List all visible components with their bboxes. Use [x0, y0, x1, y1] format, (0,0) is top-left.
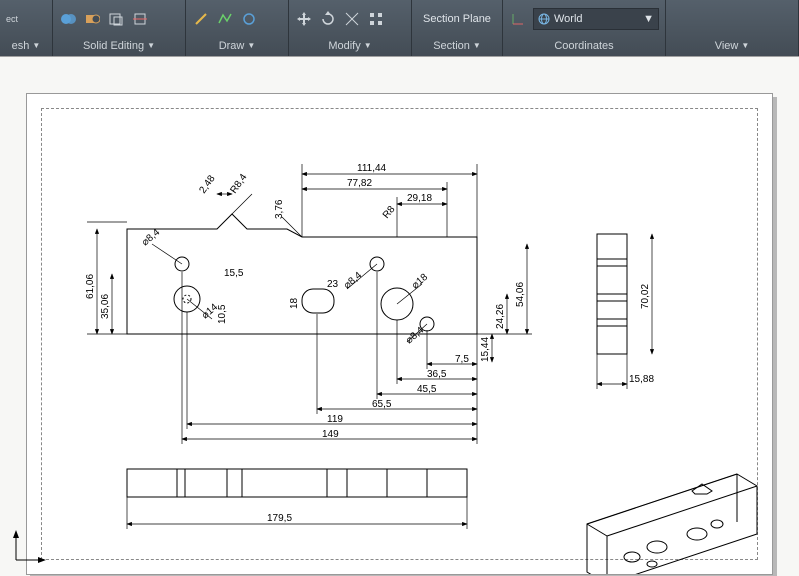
dim-r8: R8 — [381, 204, 398, 221]
ucs-dropdown[interactable]: World ▼ — [533, 8, 659, 30]
panel-label-coordinates-text: Coordinates — [554, 36, 613, 56]
array-icon[interactable] — [367, 10, 385, 28]
ribbon-panel-modify: Modify ▼ — [289, 0, 412, 56]
dim-29-18: 29,18 — [407, 193, 432, 204]
panel-label-modify[interactable]: Modify ▼ — [295, 36, 405, 56]
ucs-selected-label: World — [554, 13, 583, 25]
dim-3-76: 3,76 — [274, 199, 285, 219]
dim-54-06: 54,06 — [515, 282, 526, 307]
dim-dia-8-4b: ⌀8,4 — [342, 270, 365, 292]
union-icon[interactable] — [59, 10, 77, 28]
solid-editing-tools — [59, 0, 179, 36]
technical-drawing: 111,44 77,82 29,18 2,48 R8,4 3,76 R8 ⌀8,… — [27, 94, 772, 574]
dim-61-06: 61,06 — [85, 274, 96, 299]
dim-2-48: 2,48 — [197, 173, 217, 196]
coordinates-tools: World ▼ — [509, 0, 659, 36]
panel-label-draw[interactable]: Draw ▼ — [192, 36, 282, 56]
modify-tools — [295, 0, 405, 36]
dim-dia-18: ⌀18 — [410, 272, 431, 292]
section-plane-label: Section Plane — [423, 13, 491, 25]
dim-36-5: 36,5 — [427, 369, 447, 380]
line-icon[interactable] — [192, 10, 210, 28]
dim-15-5: 15,5 — [224, 268, 244, 279]
panel-label-section[interactable]: Section ▼ — [418, 36, 496, 56]
ucs-triad-icon — [8, 528, 48, 568]
panel-label-view-text: View — [715, 36, 739, 56]
circle-icon[interactable] — [240, 10, 258, 28]
dim-65-5: 65,5 — [372, 399, 392, 410]
polyline-icon[interactable] — [216, 10, 234, 28]
dim-70-02: 70,02 — [640, 284, 651, 309]
panel-label-draw-text: Draw — [219, 36, 245, 56]
ribbon-panel-mesh: ect esh ▼ — [0, 0, 53, 56]
ribbon-panel-section: Section Plane Section ▼ — [412, 0, 503, 56]
slice-icon[interactable] — [131, 10, 149, 28]
ucs-icon[interactable] — [509, 10, 527, 28]
dim-18: 18 — [289, 297, 300, 309]
dim-15-88: 15,88 — [629, 374, 654, 385]
panel-label-solid-editing-text: Solid Editing — [83, 36, 144, 56]
dim-111-44: 111,44 — [357, 163, 387, 174]
dim-77-82: 77,82 — [347, 178, 372, 189]
paper-sheet: 111,44 77,82 29,18 2,48 R8,4 3,76 R8 ⌀8,… — [26, 93, 773, 575]
dropdown-icon: ▼ — [147, 36, 155, 56]
dim-dia-8-4: ⌀8,4 — [140, 227, 163, 249]
dim-dia-8-4c: ⌀8,4 — [404, 325, 427, 347]
dim-35-06: 35,06 — [100, 294, 111, 319]
dropdown-icon: ▼ — [473, 36, 481, 56]
dim-10-5: 10,5 — [217, 304, 228, 324]
dim-r8-4: R8,4 — [228, 172, 249, 196]
move-icon[interactable] — [295, 10, 313, 28]
dropdown-icon: ▼ — [643, 13, 654, 25]
globe-icon — [538, 13, 550, 25]
ribbon-panel-draw: Draw ▼ — [186, 0, 289, 56]
panel-label-coordinates[interactable]: Coordinates — [509, 36, 659, 56]
ribbon-panel-solid-editing: Solid Editing ▼ — [53, 0, 186, 56]
panel-label-mesh[interactable]: esh ▼ — [6, 36, 46, 56]
mesh-partial-top[interactable]: ect — [6, 14, 18, 24]
ribbon: ect esh ▼ Solid Editing ▼ — [0, 0, 799, 56]
panel-label-view[interactable]: View ▼ — [672, 36, 792, 56]
dim-179-5: 179,5 — [267, 513, 292, 524]
ribbon-panel-coordinates: World ▼ Coordinates — [503, 0, 666, 56]
mesh-partial-top-text: ect — [6, 14, 18, 24]
dropdown-icon: ▼ — [32, 36, 40, 56]
panel-label-section-text: Section — [433, 36, 470, 56]
rotate-icon[interactable] — [319, 10, 337, 28]
trim-icon[interactable] — [343, 10, 361, 28]
panel-label-solid-editing[interactable]: Solid Editing ▼ — [59, 36, 179, 56]
dim-7-5: 7,5 — [455, 354, 469, 365]
dropdown-icon: ▼ — [364, 36, 372, 56]
dim-24-26: 24,26 — [495, 304, 506, 329]
dim-149: 149 — [322, 429, 339, 440]
section-plane-button[interactable]: Section Plane — [418, 0, 496, 36]
dropdown-icon: ▼ — [247, 36, 255, 56]
dim-119: 119 — [327, 414, 343, 425]
panel-label-modify-text: Modify — [328, 36, 360, 56]
panel-label-mesh-text: esh — [12, 36, 30, 56]
draw-tools — [192, 0, 282, 36]
ribbon-panel-view: View ▼ — [666, 0, 799, 56]
drawing-viewport[interactable]: 111,44 77,82 29,18 2,48 R8,4 3,76 R8 ⌀8,… — [0, 56, 799, 576]
dropdown-icon: ▼ — [741, 36, 749, 56]
subtract-icon[interactable] — [83, 10, 101, 28]
intersect-icon[interactable] — [107, 10, 125, 28]
dim-23: 23 — [327, 279, 339, 290]
dim-15-44: 15,44 — [480, 337, 491, 362]
dim-45-5: 45,5 — [417, 384, 437, 395]
